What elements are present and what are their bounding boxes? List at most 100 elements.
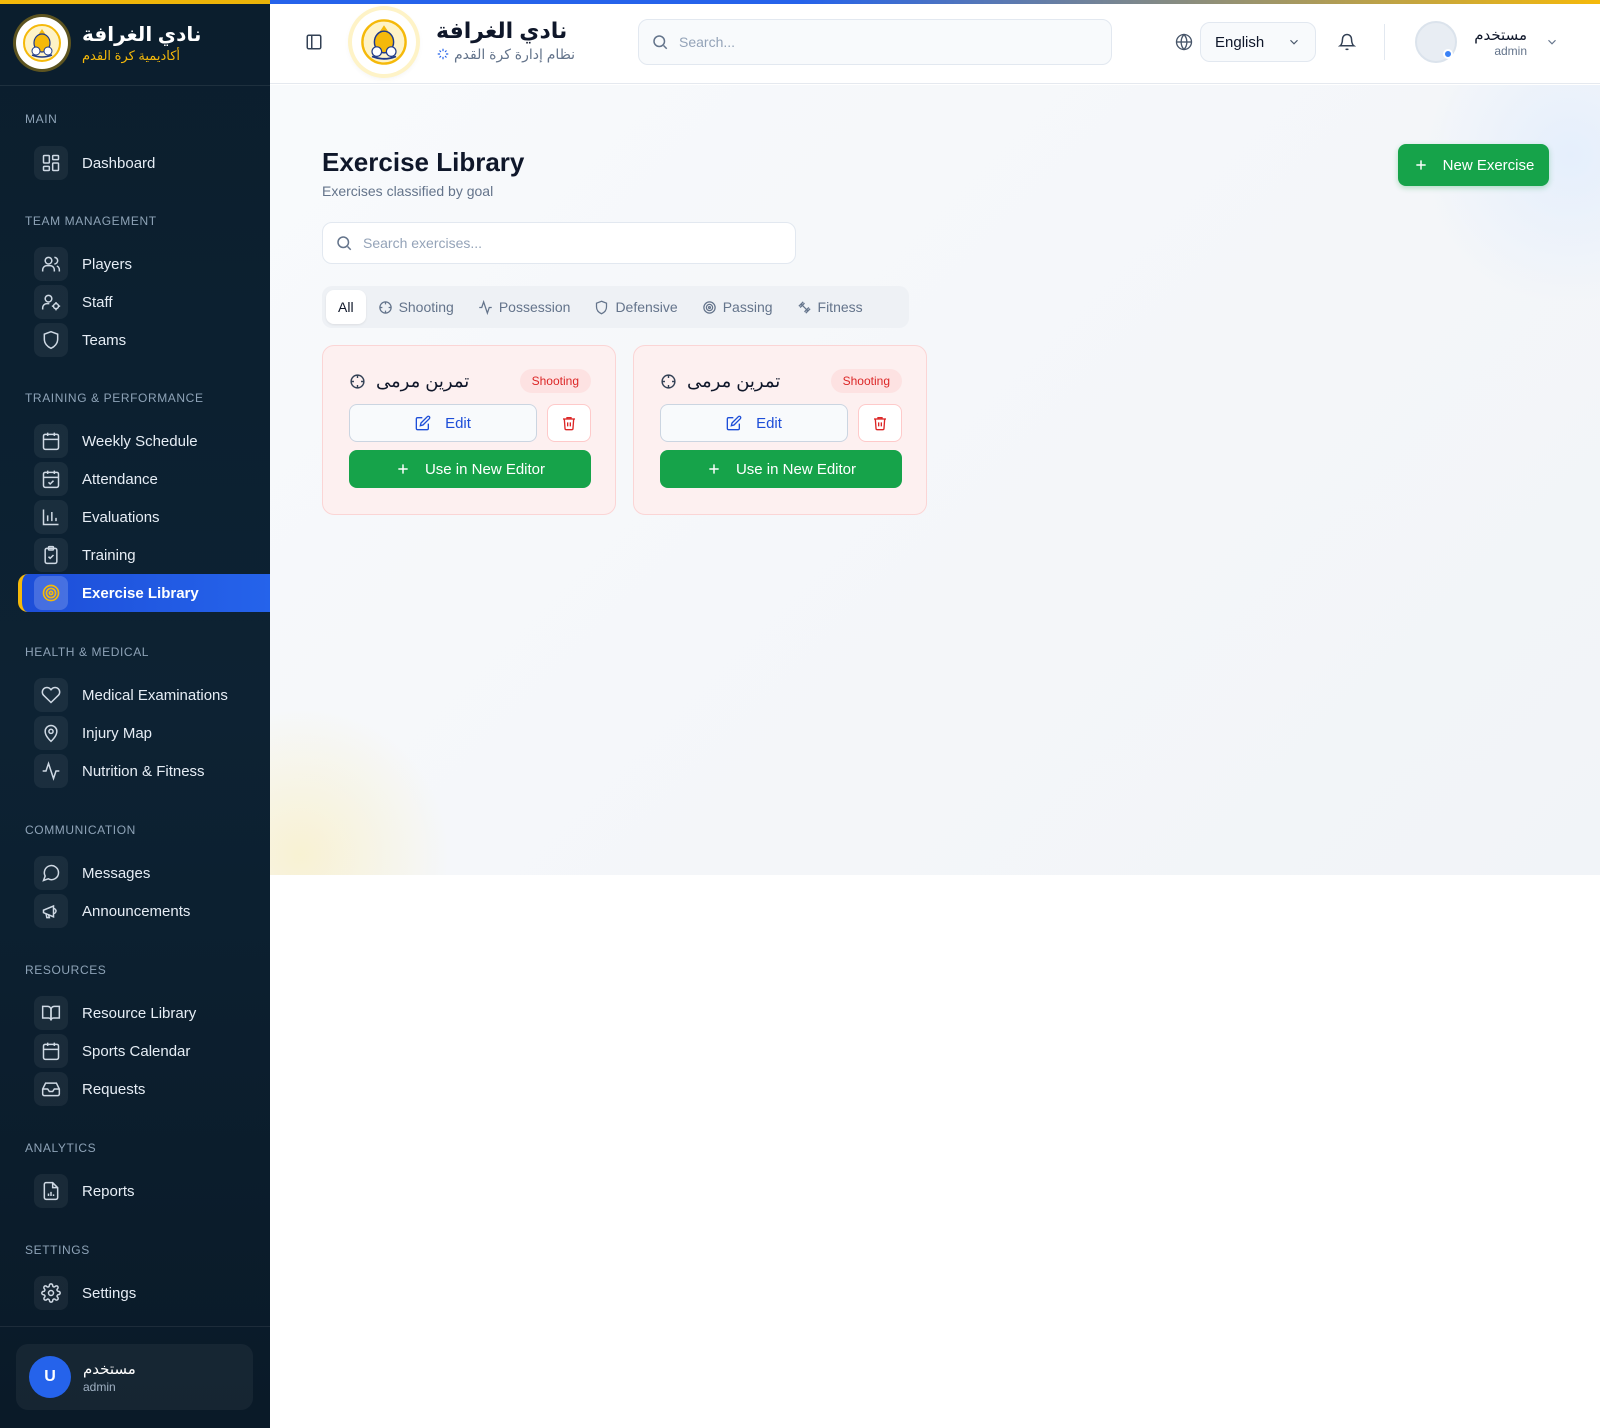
language-select[interactable]: English: [1200, 22, 1316, 62]
sidebar-item-training[interactable]: Training: [18, 536, 270, 574]
sidebar-item-label: Nutrition & Fitness: [82, 762, 205, 780]
page-title: Exercise Library: [322, 147, 525, 177]
edit-button[interactable]: Edit: [349, 404, 537, 442]
calendar-check-icon: [34, 462, 68, 496]
header-accent-bar: [270, 0, 1600, 4]
sparkle-icon: [437, 48, 449, 60]
exercise-title: تمرين مرمى: [376, 370, 470, 391]
tab-all[interactable]: All: [326, 290, 366, 324]
user-menu[interactable]: مستخدم admin: [1415, 20, 1565, 64]
search-icon: [653, 35, 668, 50]
heart-icon: [34, 678, 68, 712]
sidebar-item-label: Requests: [82, 1080, 146, 1098]
tab-label: Possession: [498, 299, 571, 315]
header-subtitle-row: نظام إدارة كرة القدم: [436, 44, 575, 64]
tab-possession[interactable]: Possession: [466, 290, 583, 324]
tab-passing[interactable]: Passing: [690, 290, 785, 324]
tab-defensive[interactable]: Defensive: [582, 290, 689, 324]
inbox-icon: [34, 1072, 68, 1106]
use-in-new-editor-button[interactable]: Use in New Editor: [349, 450, 591, 488]
delete-button[interactable]: [547, 404, 591, 442]
message-circle-icon: [34, 856, 68, 890]
tab-label: Passing: [722, 299, 773, 315]
gear-icon: [34, 1276, 68, 1310]
target-icon: [702, 300, 716, 314]
use-in-new-editor-button[interactable]: Use in New Editor: [660, 450, 902, 488]
avatar: U: [29, 1356, 71, 1398]
language-value: English: [1215, 33, 1265, 51]
sidebar-item-weekly-schedule[interactable]: Weekly Schedule: [18, 422, 270, 460]
nav-section-communication: COMMUNICATION: [25, 823, 136, 837]
sidebar-item-label: Settings: [82, 1284, 137, 1302]
sidebar-brand[interactable]: نادي الغرافة أكاديمية كرة القدم: [16, 16, 256, 70]
category-badge: Shooting: [519, 369, 591, 393]
trash-icon: [563, 417, 575, 431]
exercise-search[interactable]: [322, 222, 796, 264]
sidebar-divider: [0, 85, 270, 86]
tab-shooting[interactable]: Shooting: [366, 290, 466, 324]
sidebar-item-medical-examinations[interactable]: Medical Examinations: [18, 676, 270, 714]
sidebar-item-teams[interactable]: Teams: [18, 321, 270, 359]
chevron-down-icon: [1548, 39, 1556, 45]
edit-label: Edit: [445, 414, 471, 432]
crosshair-icon: [350, 373, 365, 389]
delete-button[interactable]: [858, 404, 902, 442]
sidebar-item-messages[interactable]: Messages: [18, 854, 270, 892]
bar-chart-icon: [34, 500, 68, 534]
sidebar-item-injury-map[interactable]: Injury Map: [18, 714, 270, 752]
sidebar-item-label: Announcements: [82, 902, 191, 920]
global-search[interactable]: [638, 19, 1112, 65]
clipboard-check-icon: [34, 538, 68, 572]
sidebar-item-label: Players: [82, 255, 133, 273]
use-label: Use in New Editor: [735, 460, 857, 478]
sidebar-item-evaluations[interactable]: Evaluations: [18, 498, 270, 536]
trash-icon: [874, 417, 886, 431]
sidebar-item-label: Attendance: [82, 470, 158, 488]
edit-icon: [726, 415, 742, 431]
header-divider: [1384, 24, 1385, 60]
calendar-icon: [34, 424, 68, 458]
club-logo: [16, 17, 68, 69]
map-pin-icon: [34, 716, 68, 750]
plus-icon: [1415, 160, 1426, 170]
category-badge: Shooting: [830, 369, 902, 393]
global-search-input[interactable]: [679, 34, 1079, 50]
sidebar-item-staff[interactable]: Staff: [18, 283, 270, 321]
sidebar-item-attendance[interactable]: Attendance: [18, 460, 270, 498]
header-brand: نادي الغرافة نظام إدارة كرة القدم: [436, 18, 575, 64]
sidebar-item-label: Teams: [82, 331, 127, 349]
sidebar-user-card[interactable]: U مستخدم admin: [16, 1344, 253, 1410]
sidebar-item-resource-library[interactable]: Resource Library: [18, 994, 270, 1032]
new-exercise-button[interactable]: New Exercise: [1398, 144, 1549, 186]
sidebar-item-sports-calendar[interactable]: Sports Calendar: [18, 1032, 270, 1070]
tab-fitness[interactable]: Fitness: [785, 290, 875, 324]
nav-section-main: MAIN: [25, 112, 58, 126]
sidebar-item-label: Staff: [82, 293, 113, 311]
sidebar-item-label: Sports Calendar: [82, 1042, 191, 1060]
brand-title: نادي الغرافة: [82, 23, 202, 46]
sidebar-item-nutrition-fitness[interactable]: Nutrition & Fitness: [18, 752, 270, 790]
shield-icon: [34, 323, 68, 357]
sidebar-item-announcements[interactable]: Announcements: [18, 892, 270, 930]
sidebar-item-settings[interactable]: Settings: [18, 1274, 270, 1312]
tab-label: All: [338, 299, 354, 315]
edit-button[interactable]: Edit: [660, 404, 848, 442]
exercise-search-input[interactable]: [363, 235, 783, 251]
plus-icon: [709, 464, 719, 474]
sidebar-item-reports[interactable]: Reports: [18, 1172, 270, 1210]
target-icon: [34, 576, 68, 610]
online-status-dot: [1443, 49, 1453, 59]
sidebar-item-exercise-library[interactable]: Exercise Library: [18, 574, 270, 612]
sidebar-toggle-button[interactable]: [302, 30, 326, 54]
sidebar-item-requests[interactable]: Requests: [18, 1070, 270, 1108]
sidebar-item-label: Resource Library: [82, 1004, 197, 1022]
sidebar-item-players[interactable]: Players: [18, 245, 270, 283]
calendar-icon: [34, 1034, 68, 1068]
notifications-button[interactable]: [1334, 29, 1360, 55]
nav-section-health: HEALTH & MEDICAL: [25, 645, 150, 659]
activity-icon: [479, 299, 492, 315]
sidebar-item-dashboard[interactable]: Dashboard: [18, 144, 270, 182]
sidebar-item-label: Messages: [82, 864, 151, 882]
nav-section-training: TRAINING & PERFORMANCE: [25, 391, 204, 405]
avatar: [1415, 21, 1457, 63]
